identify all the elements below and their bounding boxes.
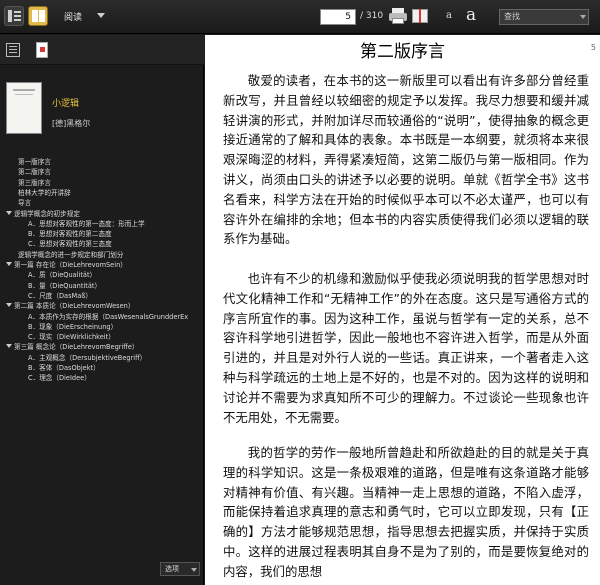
reading-pane: 第二版序言 5 敬爱的读者，在本书的这一新版里可以看出有许多部分曾经重新改写，并… (205, 35, 600, 585)
toc-item[interactable]: B．现象（DieErscheinung） (28, 321, 203, 331)
top-toolbar: 阅读 5 / 310 a a 查找 (0, 0, 600, 34)
chevron-down-icon[interactable] (191, 568, 197, 572)
toc-item[interactable]: A．主观概念（DersubjektiveBegriff） (28, 352, 203, 362)
page-number-input[interactable]: 5 (320, 9, 356, 25)
sidebar-tabs (0, 35, 204, 65)
print-icon[interactable] (389, 7, 407, 25)
search-input[interactable]: 查找 (499, 9, 589, 25)
chevron-down-icon[interactable] (97, 13, 105, 18)
toc-item[interactable]: A．本质作为实存的根据（DasWesenalsGrundderEx (28, 311, 203, 321)
toc-item[interactable]: B．客体（DasObjekt） (28, 362, 203, 372)
chapter-title: 第二版序言 (360, 42, 445, 62)
toc-item[interactable]: C．理念（DieIdee） (28, 372, 203, 382)
toc-item[interactable]: A．思想对客观性的第一态度：形而上学 (28, 218, 203, 228)
list-view-button[interactable] (4, 6, 24, 26)
toc-item[interactable]: 逻辑学概念的进一步规定和部门划分 (18, 249, 203, 259)
toc-expand-icon[interactable] (6, 262, 12, 266)
book-title: 小逻辑 (52, 99, 80, 109)
open-book-icon (32, 10, 38, 22)
toc-item[interactable]: A．质（DieQualität） (28, 269, 203, 279)
toc-item[interactable]: C．尺度（DasMaß） (28, 290, 203, 300)
toc-expand-icon[interactable] (6, 344, 12, 349)
page-total: / 310 (360, 11, 384, 21)
list-view-icon (8, 10, 12, 22)
book-view-button[interactable] (28, 6, 48, 26)
paragraph-2: 也许有不少的机缘和激励似乎使我必须说明我的哲学思想对时代文化精神工作和“无精神工… (223, 271, 589, 425)
toc-item[interactable]: 导言 (18, 197, 203, 207)
toc-expand-icon[interactable] (6, 210, 12, 215)
toc-item[interactable]: B．量（DieQuantität） (28, 280, 203, 290)
toc-item[interactable]: B．思想对客观性的第二态度 (28, 228, 203, 238)
book-cover (6, 82, 42, 134)
font-increase-button[interactable]: a (466, 5, 476, 25)
bookmark-book-icon[interactable] (411, 7, 429, 25)
toc-item[interactable]: C．思想对客观性的第三态度 (28, 238, 203, 248)
toc-item[interactable]: 第三版序言 (18, 177, 203, 187)
toc-item[interactable]: 第一版序言 (18, 156, 203, 166)
search-options-chevron-icon[interactable] (580, 15, 586, 19)
paragraph-3: 我的哲学的劳作一般地所曾趋赴和所欲趋赴的目的就是关于真理的科学知识。这是一条极艰… (223, 445, 589, 579)
page-number: 5 (590, 43, 596, 52)
toc-item[interactable]: 柏林大学的开讲辞 (18, 187, 203, 197)
toc-expand-icon[interactable] (6, 303, 12, 308)
toc-tab-icon[interactable] (6, 43, 20, 57)
reading-menu[interactable]: 阅读 (64, 10, 82, 23)
bookmark-tab-icon[interactable] (36, 42, 48, 58)
toc-item[interactable]: 逻辑学概念的初步规定 (14, 208, 199, 218)
toc-item[interactable]: 第二篇 本质论（DieLehrevomWesen） (14, 300, 199, 310)
toc-item[interactable]: 第二版序言 (18, 166, 203, 176)
toc-item[interactable]: C．现实（DieWirklichkeit） (28, 331, 203, 341)
toc-item[interactable]: 第三篇 概念论（DieLehrevomBegriffe） (14, 341, 199, 351)
toc-item[interactable]: 第一篇 存在论（DieLehrevomSein） (14, 259, 199, 269)
paragraph-1: 敬爱的读者，在本书的这一新版里可以看出有许多部分曾经重新改写，并且曾经以较细密的… (223, 73, 589, 247)
book-author: [德]黑格尔 (52, 119, 91, 128)
font-decrease-button[interactable]: a (446, 10, 452, 21)
